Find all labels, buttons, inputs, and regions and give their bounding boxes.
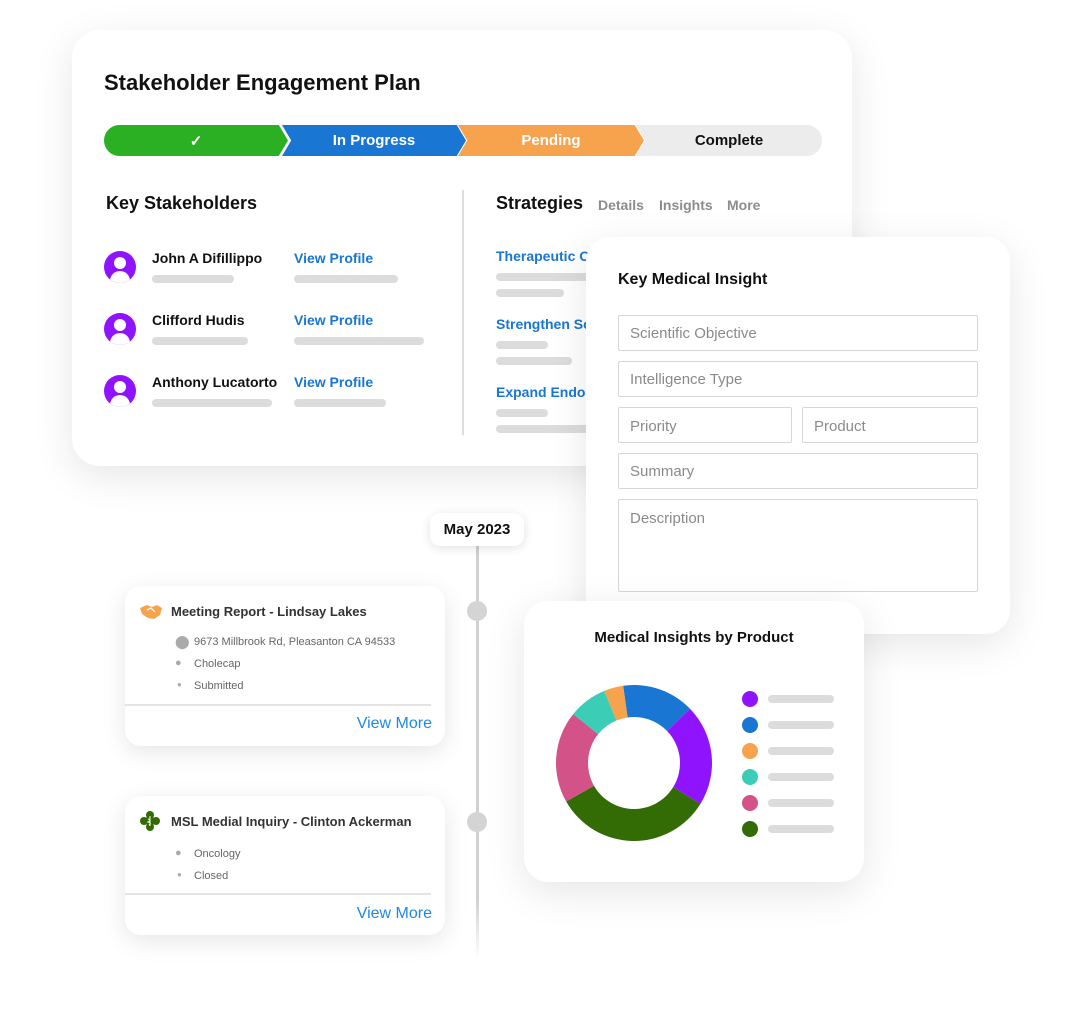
location-pin-icon: ⬤ (175, 634, 190, 649)
view-more-link[interactable]: View More (357, 715, 432, 733)
legend-swatch (742, 743, 758, 759)
placeholder-bar (294, 337, 424, 345)
date-label: May 2023 (443, 521, 511, 538)
product: Oncology (194, 848, 241, 860)
priority-field[interactable]: Priority (618, 407, 792, 443)
insight-title: Key Medical Insight (618, 271, 768, 288)
strategies-heading: Strategies (496, 193, 584, 213)
card-title: Meeting Report - Lindsay Lakes (171, 604, 367, 619)
status-dot-icon: ● (177, 680, 182, 689)
tab-details[interactable]: Details (598, 197, 644, 213)
chart-title: Medical Insights by Product (594, 629, 794, 646)
placeholder-bar (294, 399, 386, 407)
timeline-card-inquiry[interactable]: MSL Medial Inquiry - Clinton Ackerman ● … (125, 796, 445, 935)
timeline-card-meeting[interactable]: Meeting Report - Lindsay Lakes ⬤ 9673 Mi… (125, 586, 445, 746)
placeholder-bar (496, 409, 548, 417)
legend-label-placeholder (768, 721, 834, 729)
view-profile-link[interactable]: View Profile (294, 250, 373, 266)
legend-label-placeholder (768, 695, 834, 703)
placeholder-bar (294, 275, 398, 283)
timeline-date-badge: May 2023 (430, 513, 524, 546)
step-label: Pending (521, 132, 581, 149)
avatar (104, 375, 136, 407)
legend-label-placeholder (768, 825, 834, 833)
pills-icon: ● (175, 657, 182, 669)
card-title: MSL Medial Inquiry - Clinton Ackerman (171, 814, 412, 829)
summary-field[interactable]: Summary (618, 453, 978, 489)
timeline-dot (467, 812, 487, 832)
legend-swatch (742, 821, 758, 837)
placeholder-bar (496, 273, 596, 281)
placeholder-bar (496, 425, 596, 433)
placeholder-bar (152, 399, 272, 407)
placeholder-bar (152, 337, 248, 345)
stakeholder-name: John A Difillippo (152, 250, 263, 266)
status: Closed (194, 870, 229, 882)
intelligence-type-field[interactable]: Intelligence Type (618, 361, 978, 397)
placeholder-bar (496, 341, 548, 349)
medical-icon (140, 811, 160, 831)
step-complete[interactable]: Complete (636, 125, 822, 156)
divider (125, 704, 431, 706)
step-in-progress[interactable]: In Progress (282, 125, 466, 156)
view-more-link[interactable]: View More (357, 905, 432, 923)
step-done[interactable]: ✓ (104, 125, 288, 156)
divider (462, 190, 464, 435)
strategy-link[interactable]: Strengthen Sc (496, 316, 591, 332)
timeline-dot (467, 601, 487, 621)
legend-swatch (742, 795, 758, 811)
step-label: In Progress (332, 132, 416, 149)
view-profile-link[interactable]: View Profile (294, 312, 373, 328)
handshake-icon (140, 605, 162, 619)
strategy-link[interactable]: Expand Endocı (496, 384, 597, 400)
tab-more[interactable]: More (727, 197, 760, 213)
step-pending[interactable]: Pending (458, 125, 644, 156)
check-icon: ✓ (189, 132, 203, 150)
address: 9673 Millbrook Rd, Pleasanton CA 94533 (194, 636, 396, 648)
scientific-objective-field[interactable]: Scientific Objective (618, 315, 978, 351)
status-dot-icon: ● (177, 870, 182, 879)
placeholder-bar (496, 357, 572, 365)
tab-insights[interactable]: Insights (659, 197, 713, 213)
donut-slice (566, 785, 701, 841)
placeholder-bar (152, 275, 234, 283)
status: Submitted (194, 680, 244, 692)
stakeholders-heading: Key Stakeholders (106, 193, 258, 213)
avatar (104, 313, 136, 345)
stakeholder-name: Clifford Hudis (152, 312, 245, 328)
step-label: Complete (694, 132, 764, 149)
page-title: Stakeholder Engagement Plan (104, 70, 421, 95)
divider (125, 893, 431, 895)
view-profile-link[interactable]: View Profile (294, 374, 373, 390)
product-field[interactable]: Product (802, 407, 978, 443)
legend-swatch (742, 769, 758, 785)
legend-label-placeholder (768, 799, 834, 807)
avatar (104, 251, 136, 283)
donut-chart (556, 685, 712, 841)
pills-icon: ● (175, 847, 182, 859)
legend-label-placeholder (768, 773, 834, 781)
legend-swatch (742, 691, 758, 707)
placeholder-bar (496, 289, 564, 297)
description-field[interactable]: Description (618, 499, 978, 592)
stakeholder-name: Anthony Lucatorto (152, 374, 278, 390)
product: Cholecap (194, 658, 241, 670)
legend-label-placeholder (768, 747, 834, 755)
strategy-link[interactable]: Therapeutic Oı (496, 248, 594, 264)
legend-swatch (742, 717, 758, 733)
